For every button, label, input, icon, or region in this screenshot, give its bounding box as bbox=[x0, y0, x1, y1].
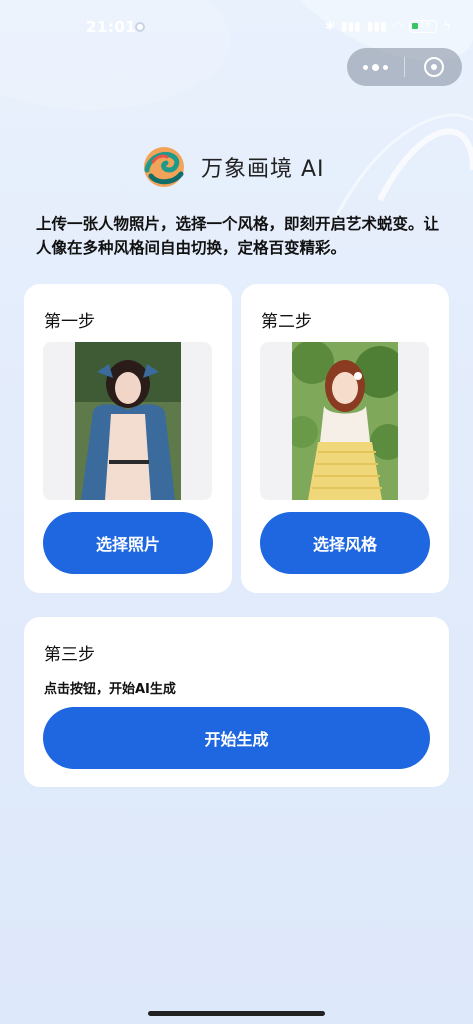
wifi-icon: ◠ bbox=[392, 19, 404, 33]
mini-program-capsule bbox=[347, 48, 462, 86]
bluetooth-icon: ✱ bbox=[324, 19, 335, 33]
battery-level: 18 bbox=[419, 19, 431, 30]
status-time: 21:01 bbox=[86, 18, 137, 36]
status-bar: 21:01 ✱ ▮▮▮ ▮▮▮ ◠ 18 ϟ bbox=[0, 0, 473, 54]
style-sample-image bbox=[291, 342, 398, 500]
sample-photo-image bbox=[74, 342, 181, 500]
intro-text: 上传一张人物照片，选择一个风格，即刻开启艺术蜕变。让人像在多种风格间自由切换，定… bbox=[36, 215, 440, 257]
app-indicator-icon bbox=[135, 22, 145, 32]
app-header: 万象画境 AI bbox=[143, 146, 325, 188]
select-style-button[interactable]: 选择风格 bbox=[260, 512, 430, 574]
more-dots-icon[interactable] bbox=[347, 48, 404, 86]
signal-icon: ▮▮▮ bbox=[366, 19, 387, 33]
battery-icon: 18 bbox=[409, 19, 438, 33]
swirl-logo-icon bbox=[144, 147, 184, 187]
start-generate-button[interactable]: 开始生成 bbox=[43, 707, 430, 769]
step3-card: 第三步 点击按钮，开始AI生成 开始生成 bbox=[24, 617, 449, 787]
target-close-icon[interactable] bbox=[405, 48, 462, 86]
step1-title: 第一步 bbox=[44, 312, 95, 332]
select-photo-button[interactable]: 选择照片 bbox=[43, 512, 213, 574]
step3-title: 第三步 bbox=[44, 645, 95, 665]
home-indicator[interactable] bbox=[148, 1011, 325, 1016]
status-icons: ✱ ▮▮▮ ▮▮▮ ◠ 18 ϟ bbox=[325, 17, 451, 35]
step2-title: 第二步 bbox=[261, 312, 312, 332]
step1-image-box bbox=[43, 342, 212, 500]
step2-image-box bbox=[260, 342, 429, 500]
step2-card: 第二步 选择风格 bbox=[241, 284, 449, 593]
step3-description: 点击按钮，开始AI生成 bbox=[44, 682, 176, 697]
charging-icon: ϟ bbox=[443, 19, 451, 33]
page-title: 万象画境 AI bbox=[201, 157, 325, 182]
signal-icon: ▮▮▮ bbox=[340, 19, 361, 33]
step1-card: 第一步 选择照片 bbox=[24, 284, 232, 593]
